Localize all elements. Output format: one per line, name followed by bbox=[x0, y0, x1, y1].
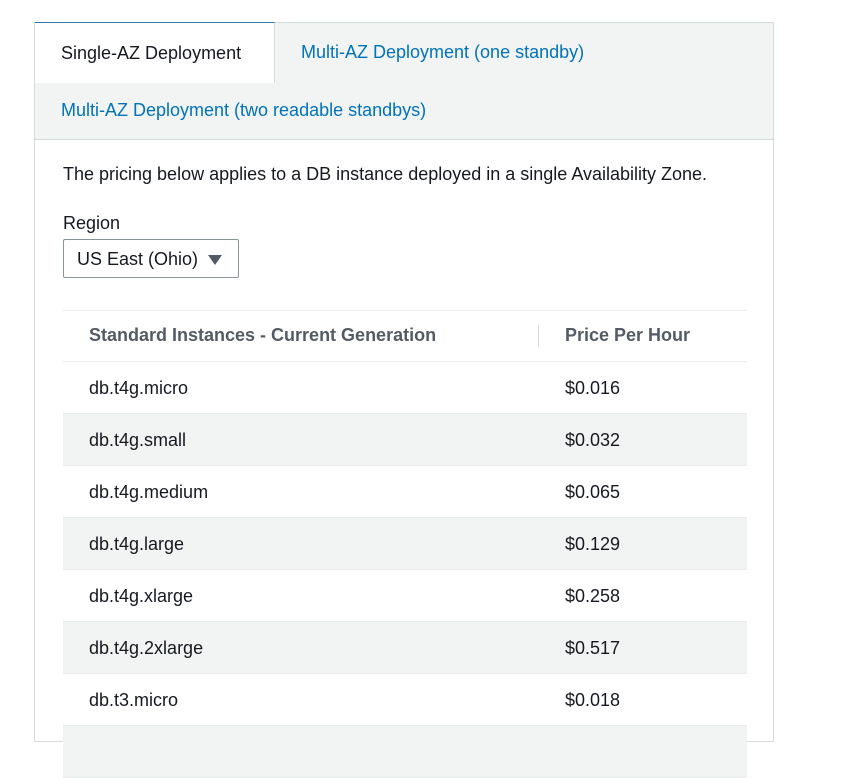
table-row bbox=[63, 726, 747, 778]
region-label: Region bbox=[63, 213, 121, 233]
table-row: db.t4g.small $0.032 bbox=[63, 414, 747, 466]
instance-price: $0.258 bbox=[565, 586, 621, 606]
pricing-table: Standard Instances - Current Generation … bbox=[63, 310, 747, 778]
table-row: db.t4g.xlarge $0.258 bbox=[63, 570, 747, 622]
instance-name: db.t4g.large bbox=[89, 534, 185, 554]
tab-single-az[interactable]: Single-AZ Deployment bbox=[35, 22, 275, 83]
instance-name: db.t3.micro bbox=[89, 690, 179, 710]
instance-name: db.t4g.medium bbox=[89, 482, 209, 502]
table-row: db.t3.micro $0.018 bbox=[63, 674, 747, 726]
deployment-tabs: Single-AZ Deployment Multi-AZ Deployment… bbox=[35, 22, 773, 140]
tab-multi-az-two-standbys[interactable]: Multi-AZ Deployment (two readable standb… bbox=[61, 100, 426, 120]
instance-price: $0.065 bbox=[565, 482, 621, 502]
instance-price: $0.032 bbox=[565, 430, 621, 450]
column-divider bbox=[538, 325, 539, 347]
instance-price: $0.018 bbox=[565, 690, 621, 710]
instance-name: db.t4g.small bbox=[89, 430, 187, 450]
region-select[interactable]: US East (Ohio) bbox=[63, 239, 239, 278]
column-header-price: Price Per Hour bbox=[565, 325, 691, 345]
instance-price: $0.517 bbox=[565, 638, 621, 658]
instance-name: db.t4g.micro bbox=[89, 378, 189, 398]
pricing-panel: Single-AZ Deployment Multi-AZ Deployment… bbox=[34, 22, 774, 778]
table-row: db.t4g.large $0.129 bbox=[63, 518, 747, 570]
instance-price: $0.129 bbox=[565, 534, 621, 554]
pricing-description: The pricing below applies to a DB instan… bbox=[63, 164, 708, 184]
table-row: db.t4g.2xlarge $0.517 bbox=[63, 622, 747, 674]
column-header-instance: Standard Instances - Current Generation bbox=[89, 325, 437, 345]
tab-multi-az-one-standby[interactable]: Multi-AZ Deployment (one standby) bbox=[301, 42, 584, 62]
instance-name: db.t4g.xlarge bbox=[89, 586, 194, 606]
table-row: db.t4g.medium $0.065 bbox=[63, 466, 747, 518]
caret-down-icon bbox=[208, 255, 222, 265]
table-row: db.t4g.micro $0.016 bbox=[63, 362, 747, 414]
instance-price: $0.016 bbox=[565, 378, 621, 398]
region-selected-value: US East (Ohio) bbox=[77, 249, 199, 269]
table-header: Standard Instances - Current Generation … bbox=[63, 310, 747, 362]
instance-name: db.t4g.2xlarge bbox=[89, 638, 204, 658]
